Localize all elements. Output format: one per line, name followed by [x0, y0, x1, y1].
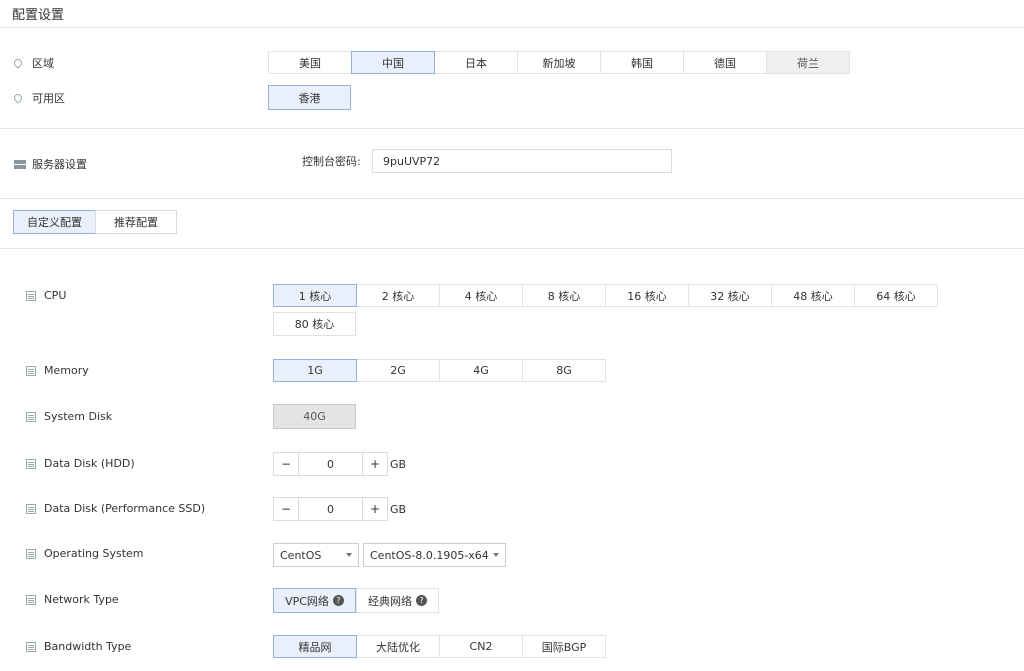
cpu-option-32[interactable]: 32 核心	[688, 284, 772, 307]
list-icon	[26, 548, 36, 559]
list-icon	[26, 458, 36, 469]
divider	[0, 198, 1024, 199]
divider	[0, 27, 1024, 28]
network-label-row: Network Type	[26, 593, 119, 606]
unit-label: GB	[390, 502, 407, 516]
chevron-down-icon	[493, 553, 499, 557]
cpu-option-1[interactable]: 1 核心	[273, 284, 357, 307]
decrement-button[interactable]: −	[273, 497, 299, 521]
console-password-input[interactable]: 9puUVP72	[372, 149, 672, 173]
region-label: 区域	[32, 57, 54, 70]
memory-option-2g[interactable]: 2G	[356, 359, 440, 382]
server-icon	[14, 159, 26, 169]
network-option-classic-label: 经典网络	[368, 594, 412, 608]
data-disk-ssd-value[interactable]: 0	[299, 497, 362, 521]
cpu-options: 1 核心 2 核心 4 核心 8 核心 16 核心 32 核心 48 核心 64…	[273, 284, 953, 307]
list-icon	[26, 641, 36, 652]
increment-button[interactable]: +	[362, 497, 388, 521]
data-disk-hdd-stepper: − 0 + GB	[273, 452, 406, 476]
memory-label: Memory	[44, 364, 89, 377]
page-title: 配置设置	[12, 8, 65, 23]
memory-option-4g[interactable]: 4G	[439, 359, 523, 382]
bandwidth-option-bgp[interactable]: 国际BGP	[522, 635, 606, 658]
console-password-label: 控制台密码:	[302, 155, 361, 168]
list-icon	[26, 594, 36, 605]
system-disk-label-row: System Disk	[26, 410, 112, 423]
region-label-row: 区域	[12, 55, 54, 71]
bandwidth-option-premium[interactable]: 精品网	[273, 635, 357, 658]
cpu-option-4[interactable]: 4 核心	[439, 284, 523, 307]
region-option-kr[interactable]: 韩国	[600, 51, 684, 74]
divider	[0, 248, 1024, 249]
os-label-row: Operating System	[26, 547, 144, 560]
os-version-select[interactable]: CentOS-8.0.1905-x64	[363, 543, 506, 567]
region-option-de[interactable]: 德国	[683, 51, 767, 74]
network-option-vpc[interactable]: VPC网络 ?	[273, 588, 356, 613]
data-disk-ssd-label: Data Disk (Performance SSD)	[44, 502, 206, 515]
network-option-classic[interactable]: 经典网络 ?	[356, 588, 439, 613]
region-options: 美国 中国 日本 新加坡 韩国 德国 荷兰	[268, 51, 850, 74]
cpu-options-row2: 80 核心	[273, 312, 356, 336]
zone-label: 可用区	[32, 92, 65, 105]
bandwidth-label-row: Bandwidth Type	[26, 640, 131, 653]
zone-options: 香港	[268, 85, 351, 110]
memory-label-row: Memory	[26, 364, 89, 377]
os-distro-select[interactable]: CentOS	[273, 543, 359, 567]
list-icon	[26, 290, 36, 301]
os-version-value: CentOS-8.0.1905-x64	[370, 548, 489, 562]
help-icon[interactable]: ?	[332, 595, 344, 606]
help-icon[interactable]: ?	[416, 595, 427, 606]
zone-option-hk[interactable]: 香港	[268, 85, 351, 110]
region-option-sg[interactable]: 新加坡	[517, 51, 601, 74]
cpu-option-2[interactable]: 2 核心	[356, 284, 440, 307]
increment-button[interactable]: +	[362, 452, 388, 476]
data-disk-hdd-value[interactable]: 0	[299, 452, 362, 476]
bandwidth-options: 精品网 大陆优化 CN2 国际BGP	[273, 635, 606, 658]
memory-option-8g[interactable]: 8G	[522, 359, 606, 382]
cpu-label: CPU	[44, 289, 67, 302]
cpu-option-80[interactable]: 80 核心	[273, 312, 356, 336]
list-icon	[26, 503, 36, 514]
cpu-option-48[interactable]: 48 核心	[771, 284, 855, 307]
region-option-nl[interactable]: 荷兰	[766, 51, 850, 74]
zone-label-row: 可用区	[12, 90, 65, 106]
memory-option-1g[interactable]: 1G	[273, 359, 357, 382]
region-option-us[interactable]: 美国	[268, 51, 352, 74]
os-distro-value: CentOS	[280, 548, 322, 562]
server-settings-label-row: 服务器设置	[14, 156, 87, 172]
unit-label: GB	[390, 457, 407, 471]
data-disk-ssd-stepper: − 0 + GB	[273, 497, 406, 521]
chevron-down-icon	[346, 553, 352, 557]
bandwidth-option-cn2[interactable]: CN2	[439, 635, 523, 658]
server-settings-label: 服务器设置	[32, 158, 87, 171]
region-option-cn[interactable]: 中国	[351, 51, 435, 74]
cpu-option-16[interactable]: 16 核心	[605, 284, 689, 307]
bandwidth-option-mainland[interactable]: 大陆优化	[356, 635, 440, 658]
tab-recommended-config[interactable]: 推荐配置	[95, 210, 177, 234]
data-disk-hdd-label-row: Data Disk (HDD)	[26, 457, 135, 470]
list-icon	[26, 365, 36, 376]
divider	[0, 128, 1024, 129]
system-disk-option-40g[interactable]: 40G	[273, 404, 356, 429]
system-disk-label: System Disk	[44, 410, 113, 423]
data-disk-hdd-label: Data Disk (HDD)	[44, 457, 135, 470]
cpu-label-row: CPU	[26, 289, 66, 302]
memory-options: 1G 2G 4G 8G	[273, 359, 606, 382]
list-icon	[26, 411, 36, 422]
network-option-vpc-label: VPC网络	[285, 594, 329, 608]
network-label: Network Type	[44, 593, 119, 606]
os-label: Operating System	[44, 547, 144, 560]
bandwidth-label: Bandwidth Type	[44, 640, 132, 653]
cpu-option-8[interactable]: 8 核心	[522, 284, 606, 307]
location-pin-icon	[12, 57, 24, 69]
data-disk-ssd-label-row: Data Disk (Performance SSD)	[26, 502, 205, 515]
cpu-option-64[interactable]: 64 核心	[854, 284, 938, 307]
decrement-button[interactable]: −	[273, 452, 299, 476]
region-option-jp[interactable]: 日本	[434, 51, 518, 74]
system-disk-options: 40G	[273, 404, 356, 429]
location-pin-icon	[12, 92, 24, 104]
tab-custom-config[interactable]: 自定义配置	[13, 210, 96, 234]
